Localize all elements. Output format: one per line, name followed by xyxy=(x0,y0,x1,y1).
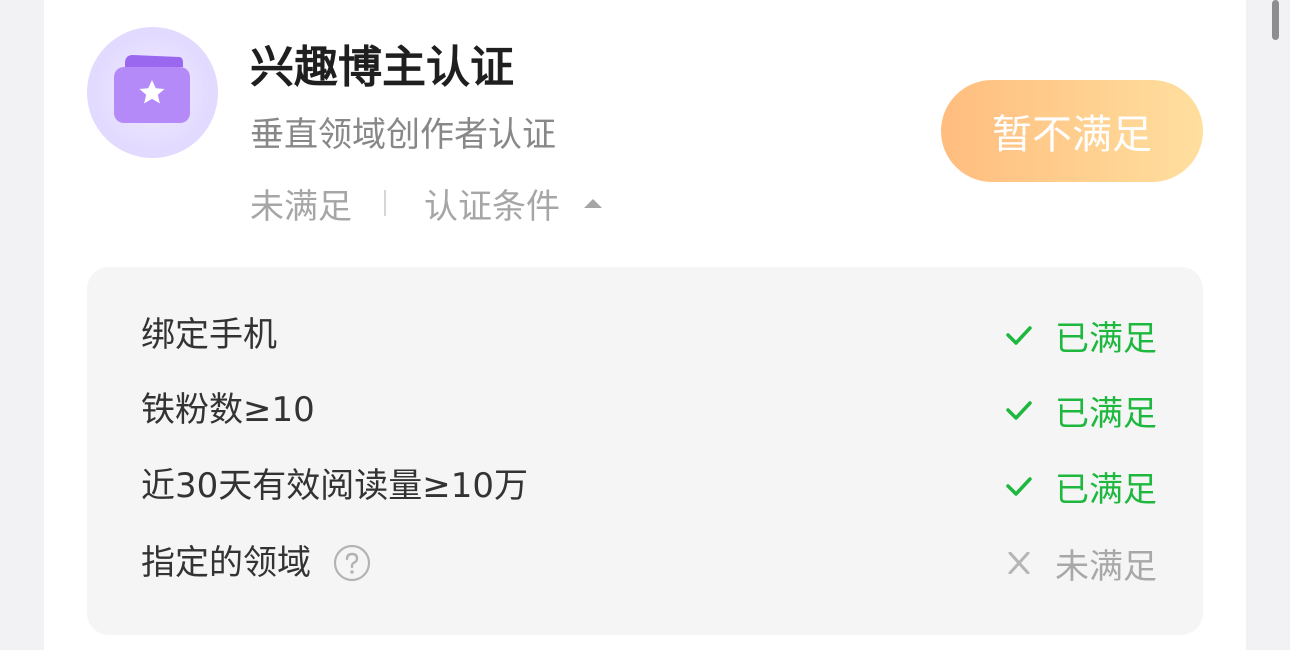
certification-card: 兴趣博主认证 垂直领域创作者认证 未满足 认证条件 暂不满足 绑定手机 已满足 … xyxy=(44,0,1246,650)
condition-label: 铁粉数≥10 xyxy=(141,390,315,430)
condition-label: 绑定手机 xyxy=(141,315,277,355)
status-divider xyxy=(384,190,386,216)
check-icon xyxy=(1006,477,1032,496)
condition-label: 近30天有效阅读量≥10万 xyxy=(141,466,529,506)
page-title: 兴趣博主认证 xyxy=(250,42,514,93)
condition-status: 未满足 xyxy=(1005,533,1157,593)
status-row: 未满足 认证条件 xyxy=(250,179,604,228)
not-qualified-button[interactable]: 暂不满足 xyxy=(941,80,1203,182)
condition-label-text: 指定的领域 xyxy=(141,543,311,583)
condition-status-label: 未满足 xyxy=(1055,546,1157,587)
overall-status: 未满足 xyxy=(250,186,352,227)
condition-row-domain: 指定的领域 未满足 xyxy=(141,533,1157,593)
condition-status: 已满足 xyxy=(1005,380,1157,440)
condition-row-reads: 近30天有效阅读量≥10万 已满足 xyxy=(141,456,1157,516)
condition-row-phone: 绑定手机 已满足 xyxy=(141,305,1157,365)
scrollbar[interactable] xyxy=(1272,0,1279,40)
condition-status: 已满足 xyxy=(1005,456,1157,516)
condition-status-label: 已满足 xyxy=(1055,318,1157,359)
check-icon xyxy=(1006,401,1032,420)
caret-up-icon xyxy=(584,199,602,208)
condition-status: 已满足 xyxy=(1005,305,1157,365)
condition-status-label: 已满足 xyxy=(1055,469,1157,510)
wallet-star-icon xyxy=(114,55,190,123)
condition-status-label: 已满足 xyxy=(1055,393,1157,434)
close-icon xyxy=(1008,552,1030,574)
conditions-toggle-label: 认证条件 xyxy=(424,186,560,227)
question-circle-icon[interactable] xyxy=(333,544,371,582)
page-subtitle: 垂直领域创作者认证 xyxy=(250,115,556,155)
check-icon xyxy=(1006,326,1032,345)
condition-row-fans: 铁粉数≥10 已满足 xyxy=(141,380,1157,440)
conditions-toggle[interactable]: 认证条件 xyxy=(424,179,604,228)
condition-label: 指定的领域 xyxy=(141,533,371,593)
conditions-panel: 绑定手机 已满足 铁粉数≥10 已满足 近30天有效阅读量≥10万 已满足 指定… xyxy=(87,267,1203,635)
certification-avatar xyxy=(87,27,218,158)
